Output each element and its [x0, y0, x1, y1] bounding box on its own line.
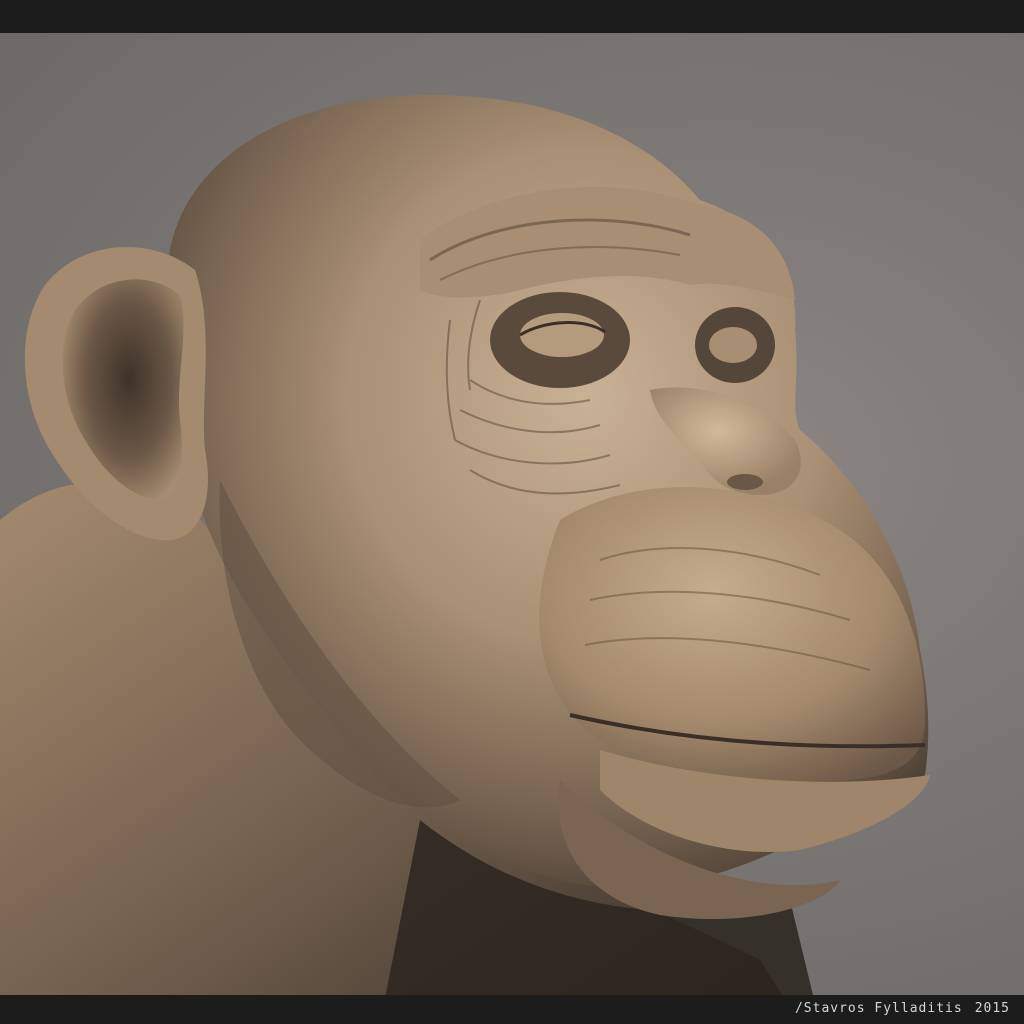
top-letterbox-bar	[0, 0, 1024, 33]
nostril	[727, 474, 763, 490]
render-viewport	[0, 33, 1024, 995]
right-eye	[709, 327, 757, 363]
credit-author: /Stavros Fylladitis	[794, 1001, 963, 1016]
credit-year: 2015	[974, 1001, 1010, 1016]
artwork-frame: /Stavros Fylladitis 2015	[0, 0, 1024, 1024]
chimpanzee-sculpt-illustration	[0, 95, 930, 995]
left-eye	[520, 313, 604, 357]
artist-credit: /Stavros Fylladitis 2015	[795, 999, 1010, 1019]
